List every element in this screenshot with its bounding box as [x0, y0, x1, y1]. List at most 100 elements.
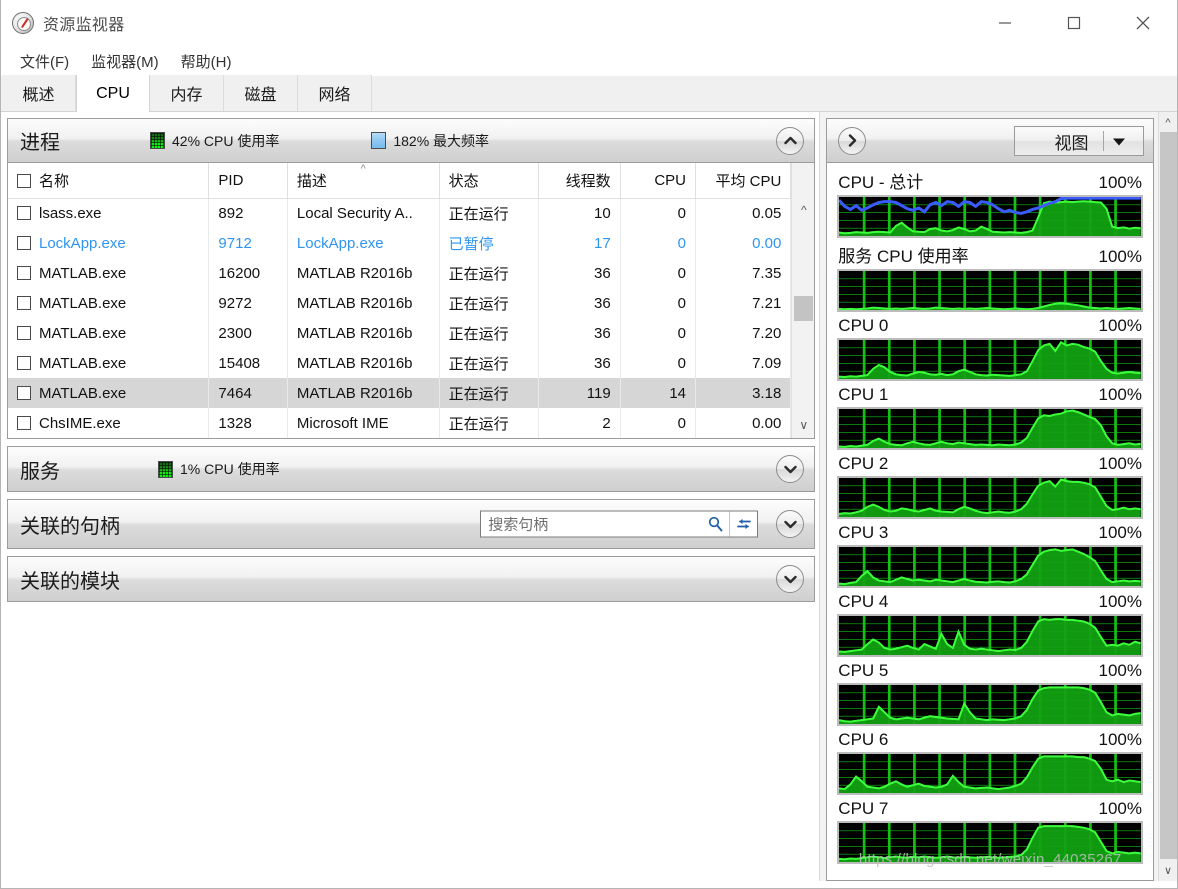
processes-table-body: lsass.exe 892 Local Security A.. 正在运行 10 0 0.0…: [8, 198, 792, 438]
table-row[interactable]: MATLAB.exe 7464 MATLAB R2016b 正在运行 119 14 3.18: [8, 378, 792, 408]
table-row[interactable]: MATLAB.exe 9272 MATLAB R2016b 正在运行 36 0 7.21: [8, 288, 792, 318]
processes-table: 名称 PID ^ 描述 状态 线程数 CPU 平均 CPU lsass.exe …: [8, 163, 792, 438]
cpu-graph-block: 服务 CPU 使用率 100%: [837, 241, 1143, 312]
window-scrollbar[interactable]: ^ ∨: [1158, 112, 1177, 881]
cell-cpu: 0: [620, 408, 697, 438]
row-checkbox[interactable]: [17, 325, 31, 340]
cpu-graph-block: CPU 2 100%: [837, 453, 1143, 519]
graph-canvas: [837, 407, 1143, 450]
graph-canvas: [837, 614, 1143, 657]
menu-monitor[interactable]: 监视器(M): [82, 49, 168, 74]
minimize-button[interactable]: [970, 0, 1039, 46]
table-row[interactable]: LockApp.exe 9712 LockApp.exe 已暂停 17 0 0.00: [8, 228, 792, 258]
row-checkbox[interactable]: [17, 265, 31, 280]
processes-legend-cpu: 42% CPU 使用率: [150, 131, 279, 151]
scroll-down-icon[interactable]: ∨: [792, 414, 815, 436]
graph-scale-label: 100%: [1098, 454, 1142, 473]
processes-legend-freq: 182% 最大频率: [371, 131, 489, 151]
column-header-avg-cpu[interactable]: 平均 CPU: [695, 163, 792, 199]
processes-collapse-button[interactable]: [776, 126, 805, 155]
select-all-checkbox[interactable]: [17, 173, 31, 188]
handles-expand-button[interactable]: [776, 510, 805, 538]
window-scrollbar-thumb[interactable]: [1160, 132, 1177, 859]
cell-status: 正在运行: [439, 348, 540, 378]
triangle-down-icon: [1112, 138, 1125, 145]
menu-help[interactable]: 帮助(H): [172, 49, 241, 74]
row-checkbox[interactable]: [17, 355, 31, 370]
column-header-cpu[interactable]: CPU: [620, 163, 697, 199]
graph-panel-collapse-button[interactable]: [838, 126, 867, 155]
processes-scrollbar[interactable]: ^ ∨: [791, 163, 815, 438]
cell-desc: MATLAB R2016b: [287, 288, 440, 318]
tab-network[interactable]: 网络: [298, 75, 372, 111]
row-checkbox[interactable]: [17, 235, 31, 250]
close-button[interactable]: [1108, 0, 1177, 46]
column-label-name: 名称: [39, 172, 70, 190]
search-handles-box[interactable]: 搜索句柄: [480, 510, 759, 538]
cell-avgcpu: 3.18: [695, 378, 792, 408]
scroll-up-icon[interactable]: ^: [792, 199, 815, 221]
handles-section: 关联的句柄 搜索句柄: [7, 499, 816, 549]
resource-monitor-icon: [12, 12, 34, 34]
window-scroll-down-icon[interactable]: ∨: [1159, 861, 1177, 879]
tab-cpu[interactable]: CPU: [76, 75, 150, 112]
row-checkbox[interactable]: [17, 295, 31, 310]
graph-canvas: [837, 752, 1143, 795]
row-checkbox[interactable]: [17, 385, 31, 400]
table-row[interactable]: lsass.exe 892 Local Security A.. 正在运行 10 0 0.0…: [8, 198, 792, 228]
modules-header[interactable]: 关联的模块: [8, 557, 815, 601]
process-name: MATLAB.exe: [39, 354, 127, 372]
graph-title: CPU 4: [838, 592, 889, 611]
cell-status: 正在运行: [439, 318, 540, 348]
cell-avgcpu: 7.09: [695, 348, 792, 378]
refresh-button[interactable]: [729, 511, 757, 537]
table-row[interactable]: MATLAB.exe 2300 MATLAB R2016b 正在运行 36 0 7.20: [8, 318, 792, 348]
search-button[interactable]: [701, 512, 729, 537]
cell-name: MATLAB.exe: [8, 258, 210, 288]
cell-desc: MATLAB R2016b: [287, 348, 440, 378]
cell-pid: 16200: [208, 258, 288, 288]
graph-title: CPU 0: [838, 316, 889, 335]
column-header-threads[interactable]: 线程数: [538, 163, 621, 199]
green-swatch-icon: [158, 460, 173, 478]
cell-threads: 36: [538, 318, 621, 348]
cell-cpu: 14: [620, 378, 697, 408]
process-name: LockApp.exe: [39, 234, 126, 252]
menu-file[interactable]: 文件(F): [11, 49, 78, 74]
services-header[interactable]: 服务 1% CPU 使用率: [8, 447, 815, 491]
search-handles-input[interactable]: 搜索句柄: [481, 514, 701, 535]
cell-cpu: 0: [620, 198, 697, 228]
processes-legend-cpu-text: 42% CPU 使用率: [172, 132, 280, 149]
cell-status: 正在运行: [439, 288, 540, 318]
column-header-status[interactable]: 状态: [439, 163, 540, 199]
graph-label-row: CPU 2 100%: [837, 453, 1143, 476]
process-name: ChsIME.exe: [39, 414, 121, 432]
cpu-graph-block: CPU 5 100%: [837, 660, 1143, 726]
graph-canvas: [837, 683, 1143, 726]
table-row[interactable]: MATLAB.exe 16200 MATLAB R2016b 正在运行 36 0 7.35: [8, 258, 792, 288]
processes-header[interactable]: 进程 42% CPU 使用率 182% 最大频率: [8, 119, 815, 163]
row-checkbox[interactable]: [17, 415, 31, 430]
tab-overview[interactable]: 概述: [2, 75, 76, 111]
column-header-description[interactable]: ^ 描述: [287, 163, 440, 199]
table-row[interactable]: MATLAB.exe 15408 MATLAB R2016b 正在运行 36 0 7.09: [8, 348, 792, 378]
tab-memory[interactable]: 内存: [150, 75, 224, 111]
cell-name: MATLAB.exe: [8, 318, 210, 348]
column-header-pid[interactable]: PID: [208, 163, 288, 199]
cpu-graph-list: CPU - 总计 100% 服务 CPU 使用率 100% CPU 0 100% CPU 1…: [827, 163, 1153, 864]
column-header-name[interactable]: 名称: [8, 163, 210, 199]
services-expand-button[interactable]: [776, 455, 805, 483]
maximize-button[interactable]: [1039, 0, 1108, 46]
chevron-right-icon: [848, 134, 856, 147]
cell-cpu: 0: [620, 258, 697, 288]
handles-header[interactable]: 关联的句柄 搜索句柄: [8, 500, 815, 548]
view-dropdown-button[interactable]: 视图: [1014, 126, 1144, 156]
window-scroll-up-icon[interactable]: ^: [1159, 114, 1177, 132]
scrollbar-thumb[interactable]: [794, 296, 814, 321]
graph-scale-label: 100%: [1098, 661, 1142, 680]
tab-disk[interactable]: 磁盘: [224, 75, 298, 111]
modules-expand-button[interactable]: [776, 565, 805, 593]
table-row[interactable]: ChsIME.exe 1328 Microsoft IME 正在运行 2 0 0.00: [8, 408, 792, 438]
cell-avgcpu: 0.00: [695, 408, 792, 438]
row-checkbox[interactable]: [17, 205, 31, 220]
